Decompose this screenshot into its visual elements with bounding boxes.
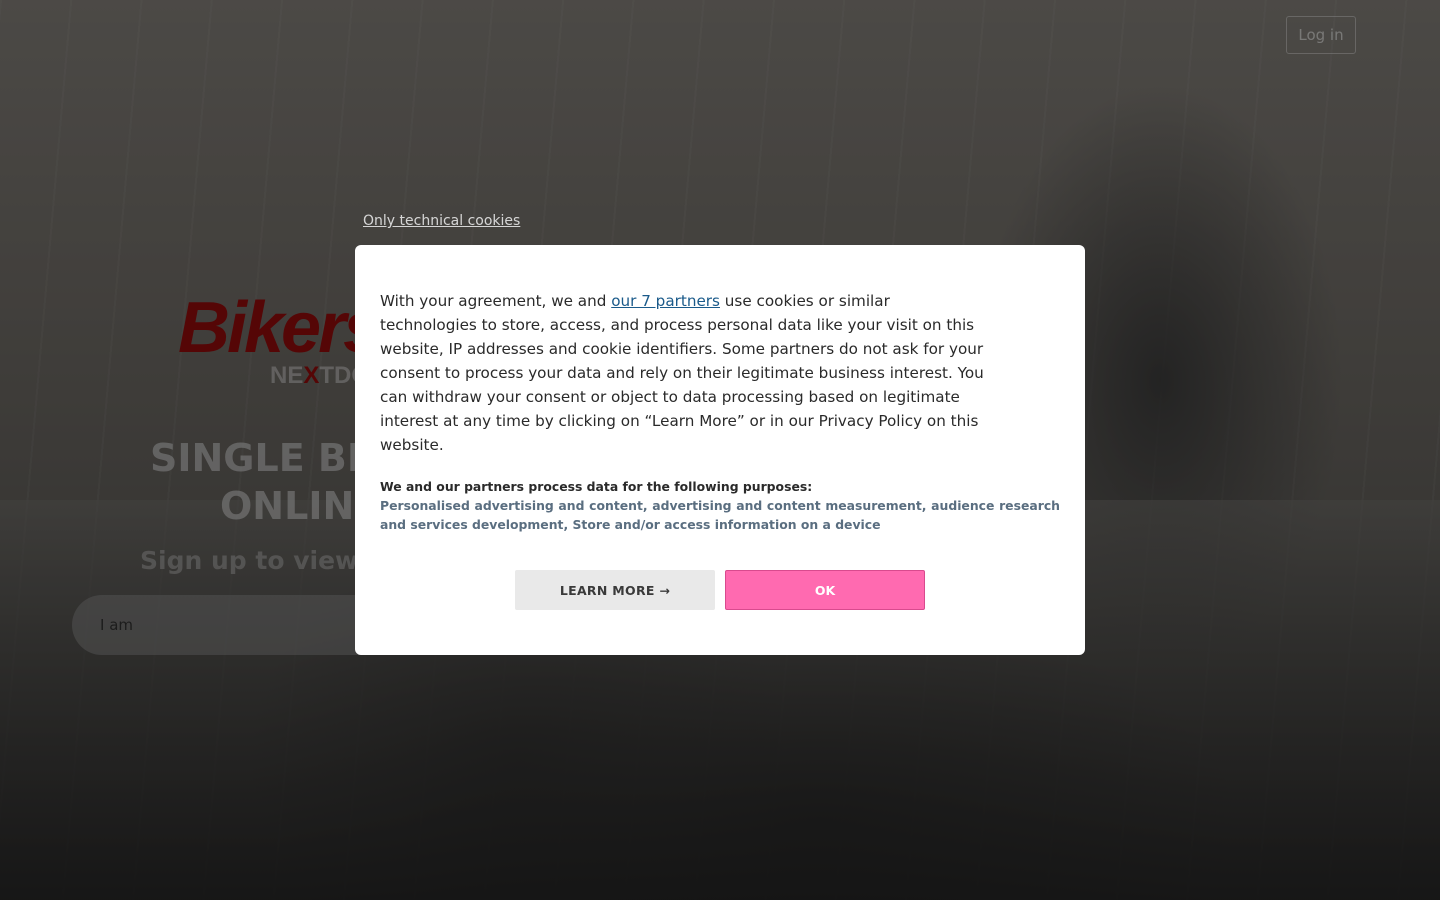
learn-more-button[interactable]: LEARN MORE → (515, 570, 715, 610)
page: Log in Bikers NEXTDO SINGLE BIK ONLIN Si… (0, 0, 1440, 900)
purposes-heading: We and our partners process data for the… (380, 479, 813, 494)
purposes-list: Personalised advertising and content, ad… (380, 498, 1060, 532)
consent-intro-text: With your agreement, we and our 7 partne… (380, 289, 985, 457)
cookie-consent-dialog: With your agreement, we and our 7 partne… (355, 245, 1085, 655)
consent-intro-before: With your agreement, we and (380, 292, 612, 310)
consent-buttons: LEARN MORE → OK (355, 570, 1085, 610)
partners-link[interactable]: our 7 partners (611, 292, 720, 310)
consent-intro-after: use cookies or similar technologies to s… (380, 292, 984, 454)
ok-button[interactable]: OK (725, 570, 925, 610)
only-technical-cookies-link[interactable]: Only technical cookies (363, 213, 520, 229)
